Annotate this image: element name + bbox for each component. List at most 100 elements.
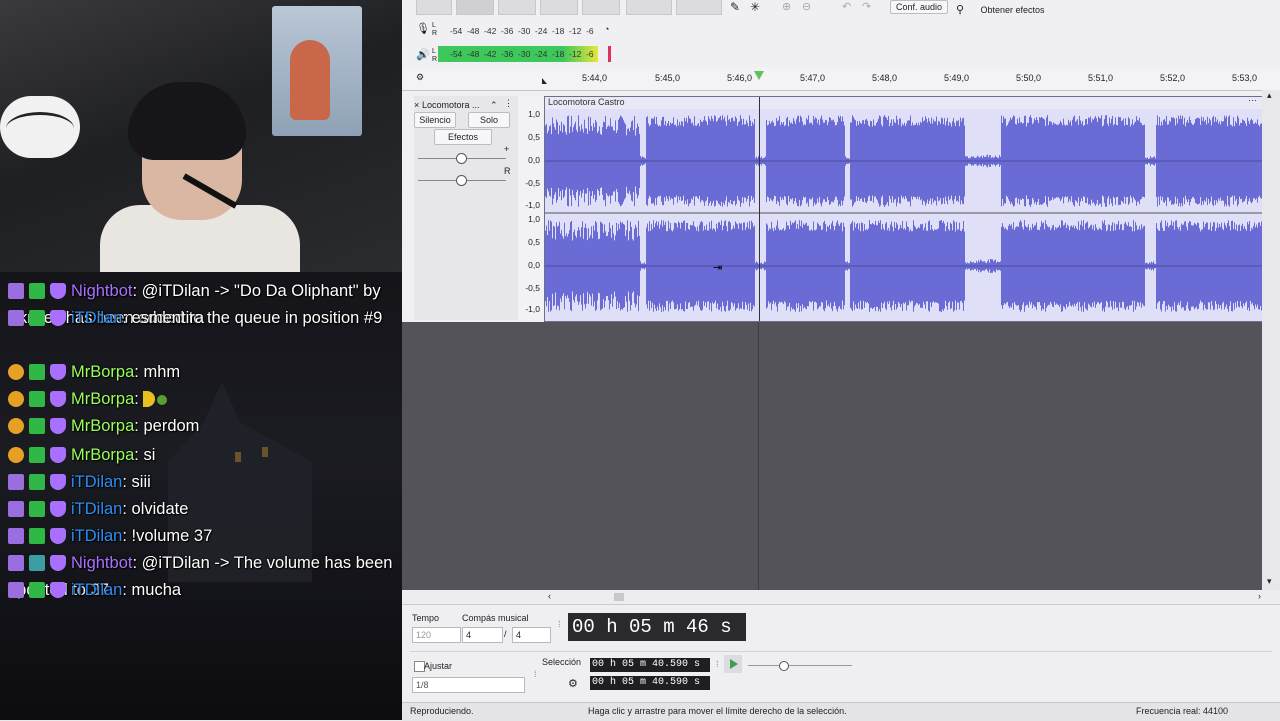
broad-badge-icon	[8, 582, 24, 598]
broad-badge-icon	[8, 501, 24, 517]
zoom-icon[interactable]: ⊕	[782, 0, 791, 13]
chat-message: MrBorpa: mhm	[8, 359, 398, 386]
horizontal-scrollbar[interactable]: ‹ ›	[402, 590, 1280, 604]
get-effects-button[interactable]: ⚲ Obtener efectos	[956, 0, 1066, 16]
toolbar-button[interactable]	[498, 0, 536, 15]
waveform-clip[interactable]: Locomotora Castro ⋯ ⇥	[544, 95, 1266, 322]
timeline-tick-label: 5:46,0	[727, 73, 753, 83]
timeline-tick-label: 5:50,0	[1016, 73, 1042, 83]
chat-username[interactable]: MrBorpa	[71, 446, 134, 464]
mod-badge-icon	[29, 310, 45, 326]
play-at-speed-button[interactable]	[724, 655, 742, 673]
record-meter-scale[interactable]: -54 -48 -42 -36 -30 -24 -18 -12 -6	[450, 26, 594, 36]
track-name[interactable]: Locomotora ...	[422, 100, 480, 110]
timeline-tick-label: 5:47,0	[800, 73, 826, 83]
scroll-up-icon[interactable]: ▴	[1267, 90, 1272, 101]
webcam-feed	[0, 0, 414, 272]
selection-end-time[interactable]: 00 h 05 m 40.590 s	[590, 676, 710, 690]
sub-badge-icon	[8, 447, 24, 463]
toolbar-button[interactable]	[582, 0, 620, 15]
empty-track-area[interactable]	[402, 322, 1274, 590]
toolbar-button[interactable]	[676, 0, 722, 15]
audacity-window: ✎ ✳ ⊕ ⊖ ↶ ↷ Conf. audio ⚲ Obtener efecto…	[402, 0, 1280, 721]
playhead-marker-icon[interactable]	[754, 71, 764, 80]
chat-username[interactable]: iTDilan	[71, 473, 122, 491]
effects-button[interactable]: Efectos	[434, 129, 492, 145]
timeline-ruler[interactable]: ⚙ 5:44,0 5:45,0 5:46,0 5:47,0 5:48,0 5:49,0 5:…	[402, 68, 1280, 91]
chat-separator: :	[132, 554, 138, 572]
snap-select[interactable]: 1/8	[412, 677, 525, 693]
amplitude-ruler-label: 0,5	[528, 132, 540, 142]
zoom-out-icon[interactable]: ⊖	[802, 0, 811, 13]
chat-message-text: mucha	[131, 581, 182, 599]
chat-username[interactable]: iTDilan	[71, 309, 122, 327]
chat-username[interactable]: iTDilan	[71, 500, 122, 518]
audio-setup-button[interactable]: Conf. audio	[890, 0, 948, 14]
speaker-icon[interactable]: 🔊	[416, 48, 430, 61]
cursor-icon: ⇥	[713, 262, 723, 274]
scroll-right-icon[interactable]: ›	[1258, 591, 1261, 601]
chat-separator: :	[134, 363, 139, 381]
toolbar-button[interactable]	[416, 0, 452, 15]
status-sample-rate: Frecuencia real: 44100	[1136, 706, 1229, 716]
tempo-input[interactable]: 120	[412, 627, 461, 643]
redo-icon[interactable]: ↷	[862, 0, 871, 13]
scroll-down-icon[interactable]: ▾	[1267, 576, 1272, 587]
play-icon	[730, 659, 738, 669]
multi-tool-icon[interactable]: ✳	[750, 0, 760, 14]
selection-label: Selección	[542, 657, 582, 667]
playback-meter[interactable]: -54 -48 -42 -36 -30 -24 -18 -12 -6	[438, 46, 612, 62]
solo-button[interactable]: Solo	[468, 112, 510, 128]
chat-username[interactable]: iTDilan	[71, 581, 122, 599]
track-close-icon[interactable]: ×	[414, 100, 419, 110]
clip-menu-icon[interactable]: ⋯	[1248, 95, 1257, 106]
speed-slider-track[interactable]	[748, 665, 852, 666]
chat-username[interactable]: iTDilan	[71, 527, 122, 545]
chat-username[interactable]: Nightbot	[71, 282, 132, 300]
grip-icon[interactable]: ⁞	[534, 669, 537, 679]
selection-settings-icon[interactable]: ⚙	[568, 677, 578, 690]
plug-icon: ⚲	[956, 4, 965, 16]
chat-message: iTDilan: !volume 37	[8, 523, 398, 550]
pan-slider-thumb[interactable]	[456, 175, 467, 186]
toolbar-button[interactable]	[540, 0, 578, 15]
clip-header[interactable]: Locomotora Castro ⋯	[545, 95, 1265, 109]
grip-icon[interactable]: ⁞	[716, 659, 719, 669]
vip-badge-icon	[50, 555, 66, 571]
toolbar-button[interactable]	[456, 0, 494, 15]
undo-icon[interactable]: ↶	[842, 0, 851, 13]
meter-options-icon[interactable]: ◔	[604, 24, 609, 34]
scroll-left-icon[interactable]: ‹	[548, 591, 551, 601]
pencil-icon[interactable]: ✎	[730, 0, 740, 14]
chat-username[interactable]: MrBorpa	[71, 363, 134, 381]
toolbar-button[interactable]	[626, 0, 672, 15]
collapse-icon[interactable]: ⌃	[490, 100, 498, 111]
mod-badge-icon	[29, 582, 45, 598]
speed-slider-thumb[interactable]	[779, 661, 789, 671]
poster-figure	[290, 40, 330, 120]
timeline-settings-icon[interactable]: ⚙	[416, 72, 424, 83]
time-signature-numerator[interactable]: 4	[462, 627, 503, 643]
selection-marker-icon	[542, 78, 547, 84]
selection-start-time[interactable]: 00 h 05 m 40.590 s	[590, 658, 710, 672]
vertical-scrollbar[interactable]: ▴ ▾	[1262, 90, 1280, 590]
grip-icon[interactable]: ⁞	[558, 619, 561, 629]
time-signature-denominator[interactable]: 4	[512, 627, 551, 643]
snap-label: Ajustar	[424, 661, 453, 671]
amplitude-ruler-label: 0,5	[528, 237, 540, 247]
chat-separator: :	[122, 309, 127, 327]
chat-username[interactable]: Nightbot	[71, 554, 132, 572]
mute-button[interactable]: Silencio	[414, 112, 456, 128]
chat-overlay: Nightbot: @iTDilan -> "Do Da Oliphant" b…	[0, 272, 402, 720]
scroll-thumb[interactable]	[614, 593, 624, 601]
amplitude-ruler[interactable]: 1,0 0,5 0,0 -0,5 -1,0 1,0 0,5 0,0 -0,5 -1,0	[518, 96, 544, 320]
time-display[interactable]: 00 h 05 m 46 s	[568, 613, 746, 641]
chat-message: iTDilan: olvidate	[8, 496, 398, 523]
bottom-toolbar: Tempo 120 Compás musical 4 / 4 ⁞ 00 h 05…	[402, 604, 1280, 703]
chat-username[interactable]: MrBorpa	[71, 417, 134, 435]
microphone-icon[interactable]: 🎙	[416, 22, 430, 35]
gain-slider-thumb[interactable]	[456, 153, 467, 164]
chat-message: MrBorpa: perdom	[8, 413, 398, 440]
track-menu-icon[interactable]: ⋮	[504, 98, 513, 109]
chat-username[interactable]: MrBorpa	[71, 390, 134, 408]
